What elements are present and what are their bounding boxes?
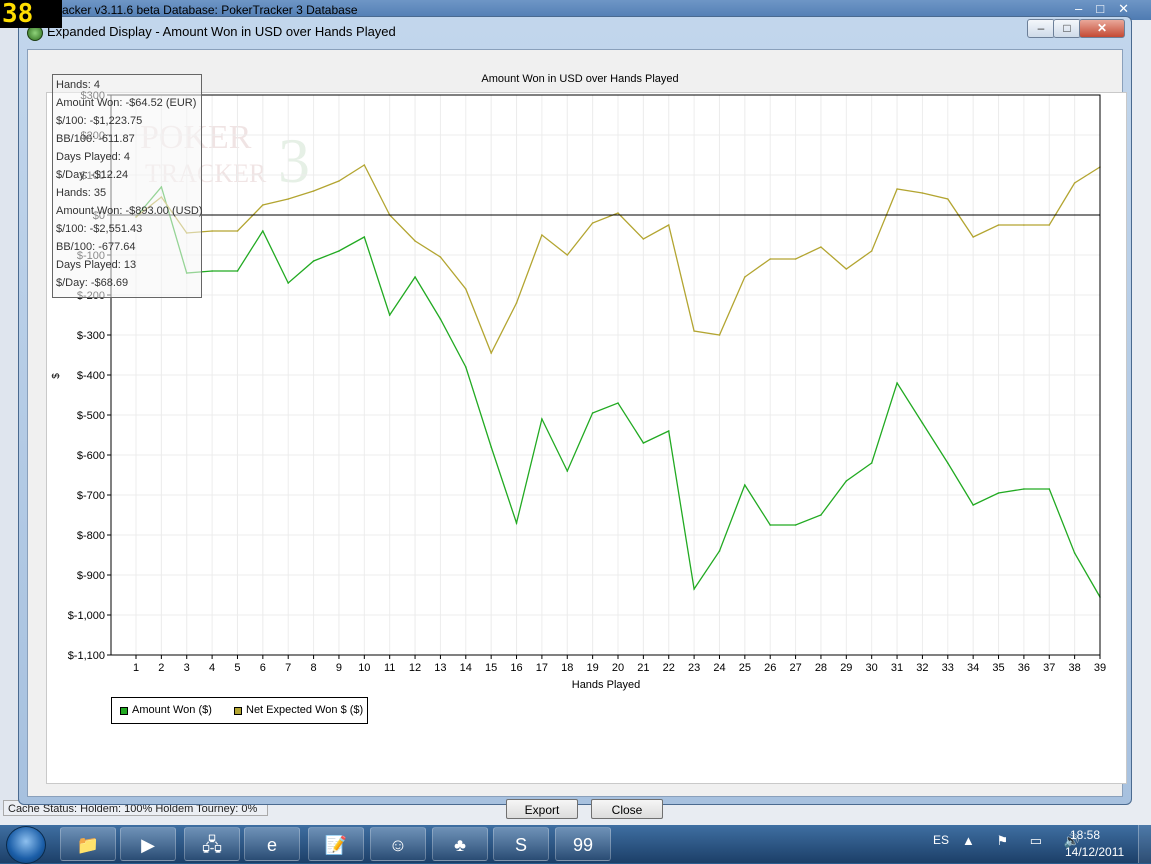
- stats-tooltip: Hands: 4 Amount Won: -$64.52 (EUR) $/100: …: [52, 74, 203, 298]
- background-title: racker v3.11.6 beta Database: PokerTrack…: [58, 3, 358, 17]
- show-desktop-button[interactable]: [1138, 825, 1151, 863]
- legend-swatch: [120, 707, 128, 715]
- tooltip-line: BB/100: -677.64: [56, 241, 136, 253]
- taskbar-item-pokertracker[interactable]: ♣: [432, 827, 488, 861]
- clock-date[interactable]: 14/12/2011: [1065, 845, 1124, 859]
- legend-swatch: [234, 707, 242, 715]
- tooltip-line: Days Played: 13: [56, 259, 137, 271]
- taskbar-item-explorer[interactable]: 📁: [60, 827, 116, 861]
- start-button[interactable]: [6, 826, 46, 864]
- background-window-controls[interactable]: –□✕: [1075, 1, 1143, 17]
- tooltip-line: $/100: -$1,223.75: [56, 115, 143, 127]
- tooltip-line: Hands: 4: [56, 79, 101, 91]
- tooltip-line: Days Played: 4: [56, 151, 130, 163]
- minimize-button[interactable]: –: [1027, 19, 1055, 38]
- legend-label: Amount Won ($): [132, 704, 212, 716]
- export-button[interactable]: Export: [506, 799, 578, 819]
- chart-legend: Amount Won ($) Net Expected Won $ ($): [111, 697, 368, 724]
- tooltip-line: Amount Won: -$64.52 (EUR): [56, 97, 197, 109]
- tooltip-line: Hands: 35: [56, 187, 107, 199]
- chart-panel: [46, 92, 1127, 784]
- tooltip-line: BB/100: -611.87: [56, 133, 135, 145]
- dialog-title: Expanded Display - Amount Won in USD ove…: [47, 24, 396, 39]
- tooltip-line: $/Day: -$12.24: [56, 169, 129, 181]
- clock-time[interactable]: 18:58: [1070, 828, 1100, 842]
- tooltip-line: Amount Won: -$893.00 (USD): [56, 205, 203, 217]
- close-window-button[interactable]: ✕: [1079, 19, 1125, 38]
- taskbar-item-messenger[interactable]: ☺: [370, 827, 426, 861]
- close-button[interactable]: Close: [591, 799, 663, 819]
- language-indicator[interactable]: ES: [933, 833, 949, 847]
- legend-label: Net Expected Won $ ($): [246, 704, 364, 716]
- background-left-pane: [0, 20, 19, 810]
- taskbar-item-notes[interactable]: 📝: [308, 827, 364, 861]
- maximize-button[interactable]: □: [1053, 19, 1081, 38]
- taskbar-item-network[interactable]: 🖧: [184, 827, 240, 861]
- tooltip-line: $/Day: -$68.69: [56, 277, 129, 289]
- taskbar-item-internet-explorer[interactable]: e: [244, 827, 300, 861]
- taskbar: 📁 ▶ 🖧 e 📝 ☺ ♣ S 99 ES ▲ ⚑ ▭ 🔊 18:58 14/12/2011: [0, 825, 1151, 864]
- tooltip-line: $/100: -$2,551.43: [56, 223, 143, 235]
- taskbar-item-skype[interactable]: S: [493, 827, 549, 861]
- taskbar-item-media-player[interactable]: ▶: [120, 827, 176, 861]
- taskbar-item-fraps[interactable]: 99: [555, 827, 611, 861]
- fps-overlay: 38: [0, 0, 62, 28]
